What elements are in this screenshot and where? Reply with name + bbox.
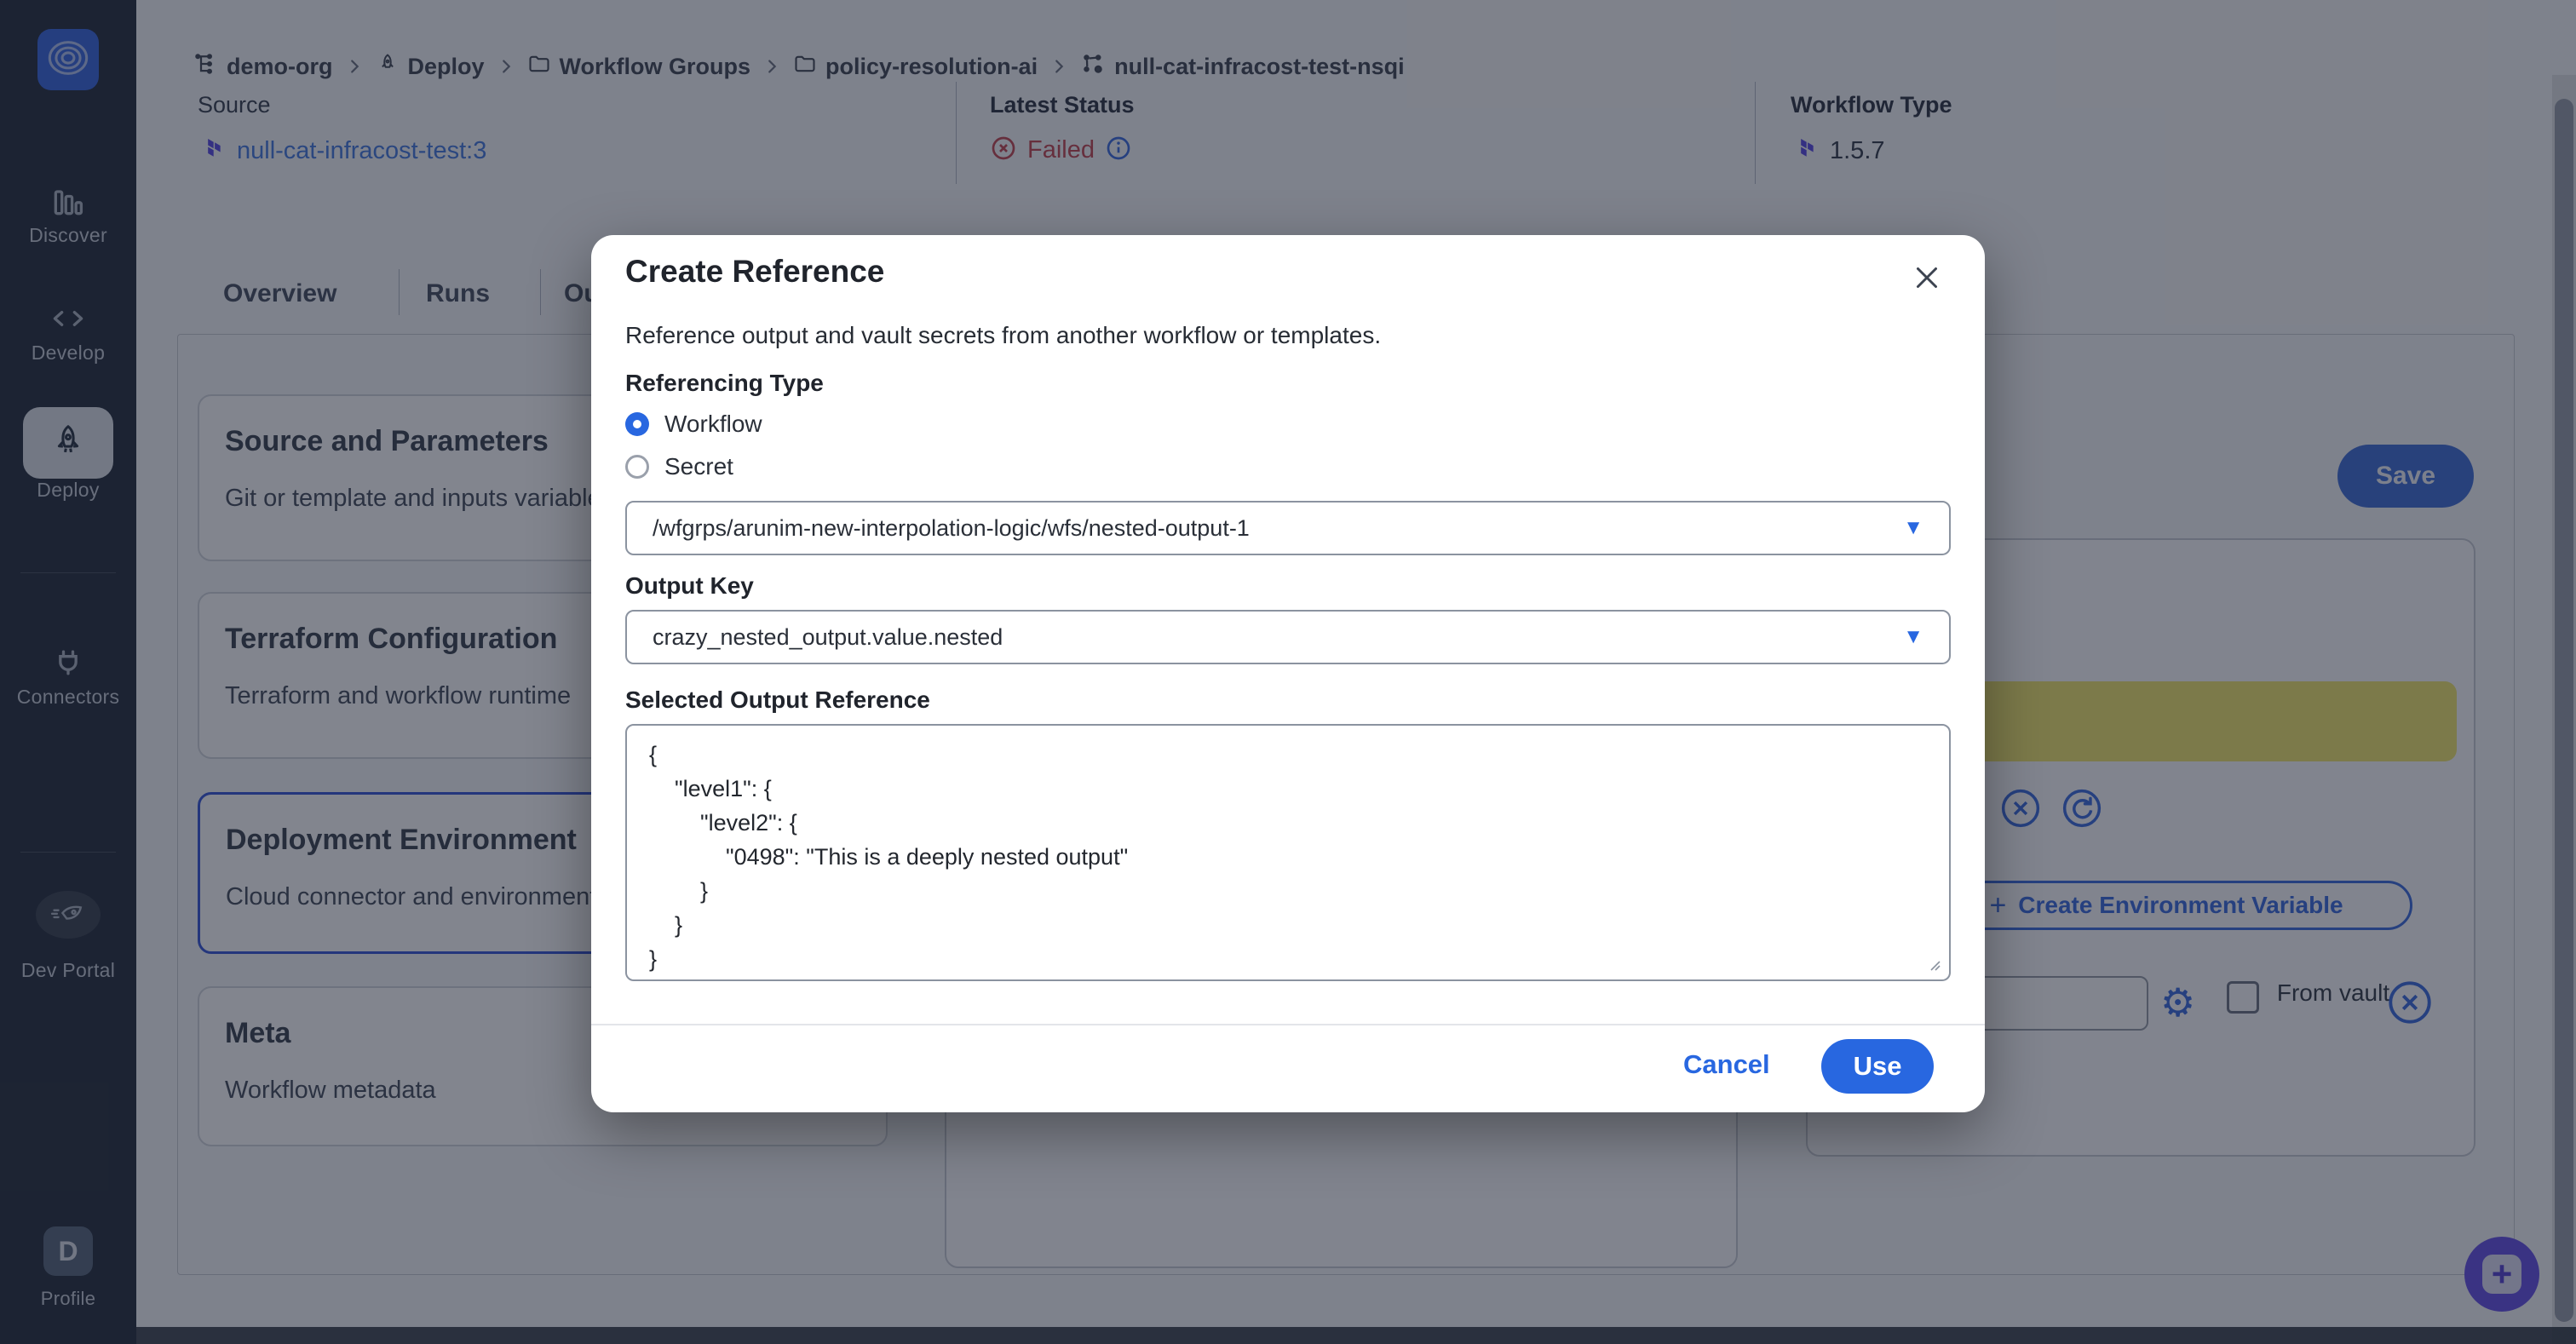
- radio-unselected-icon: [625, 455, 649, 479]
- radio-option-workflow[interactable]: Workflow: [625, 411, 762, 438]
- modal-footer-divider: [591, 1024, 1985, 1025]
- close-icon[interactable]: [1906, 257, 1947, 298]
- selected-output-reference-textarea[interactable]: { "level1": { "level2": { "0498": "This …: [625, 724, 1951, 981]
- referencing-type-label: Referencing Type: [625, 370, 824, 397]
- dropdown-caret-icon: ▼: [1903, 516, 1923, 540]
- cancel-button[interactable]: Cancel: [1683, 1049, 1770, 1080]
- resize-handle-icon[interactable]: [1927, 957, 1941, 975]
- workflow-select[interactable]: /wfgrps/arunim-new-interpolation-logic/w…: [625, 501, 1951, 555]
- output-key-label: Output Key: [625, 572, 754, 600]
- output-key-select[interactable]: crazy_nested_output.value.nested ▼: [625, 610, 1951, 664]
- use-button[interactable]: Use: [1821, 1039, 1934, 1094]
- selected-output-reference-label: Selected Output Reference: [625, 686, 930, 714]
- radio-option-secret[interactable]: Secret: [625, 453, 733, 480]
- modal-description: Reference output and vault secrets from …: [625, 322, 1381, 349]
- radio-selected-icon: [625, 412, 649, 436]
- modal-title: Create Reference: [625, 254, 884, 290]
- create-reference-modal: Create Reference Reference output and va…: [591, 235, 1985, 1112]
- dropdown-caret-icon: ▼: [1903, 625, 1923, 649]
- app-root: Discover Develop Deploy: [0, 0, 2576, 1344]
